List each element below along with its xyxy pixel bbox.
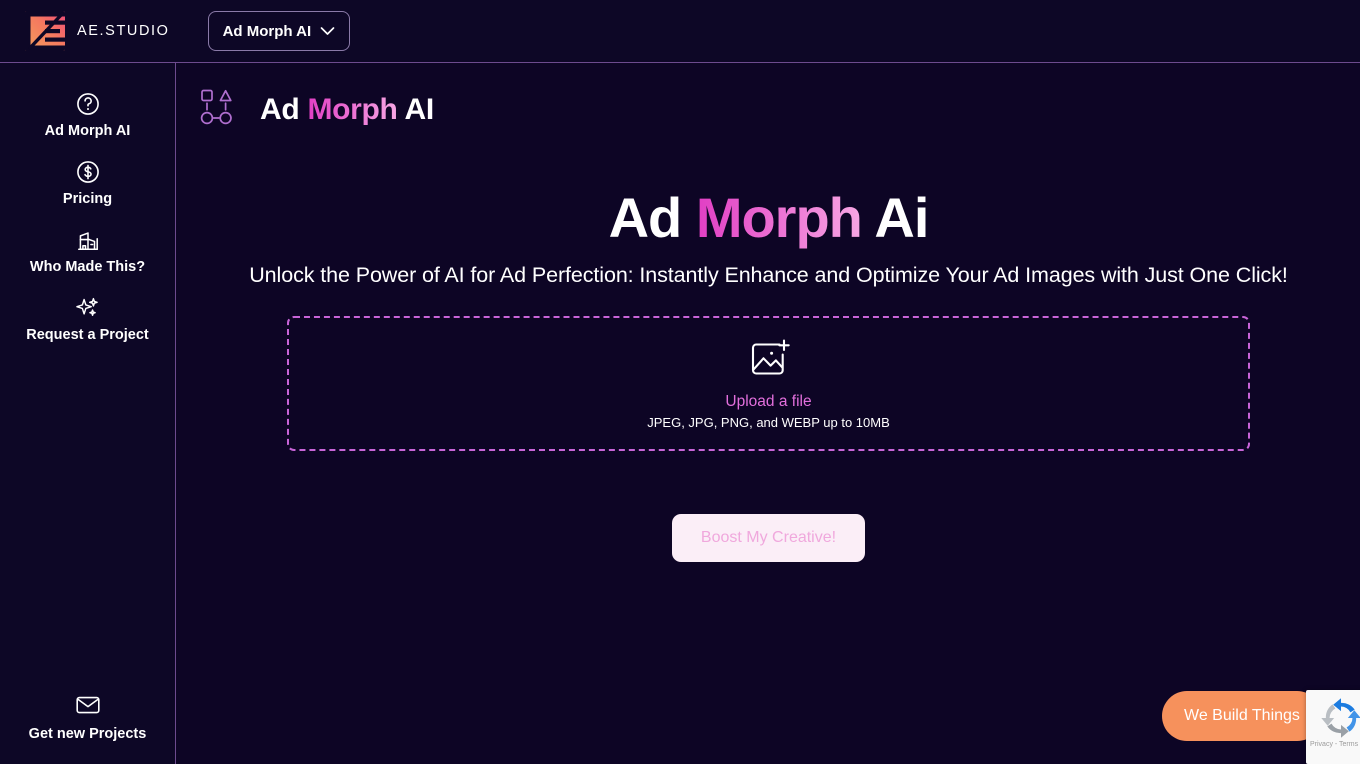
hero-title: Ad Morph Ai — [177, 188, 1360, 247]
ae-studio-logo-icon — [25, 11, 65, 51]
building-crane-icon — [75, 227, 101, 253]
upload-link-text[interactable]: Upload a file — [725, 393, 811, 411]
chevron-down-icon — [320, 23, 335, 40]
cta-row: Boost My Creative! — [177, 514, 1360, 563]
page-header-row: Ad Morph AI — [198, 86, 1360, 133]
upload-dropzone[interactable]: Upload a file JPEG, JPG, PNG, and WEBP u… — [287, 316, 1250, 452]
hero-section: Ad Morph Ai Unlock the Power of AI for A… — [177, 188, 1360, 288]
sidebar-item-ad-morph-ai[interactable]: Ad Morph AI — [0, 81, 175, 149]
product-switcher-label: Ad Morph AI — [222, 22, 312, 40]
page-title: Ad Morph AI — [260, 93, 434, 127]
envelope-icon — [75, 694, 101, 720]
brand-logo-link[interactable]: AE.STUDIO — [25, 11, 170, 51]
sidebar-item-label: Get new Projects — [28, 726, 147, 742]
dollar-circle-icon — [75, 159, 101, 185]
hero-title-part1: Ad — [608, 186, 696, 249]
we-build-things-button[interactable]: We Build Things — [1162, 691, 1322, 741]
recaptcha-badge[interactable]: Privacy - Terms — [1306, 690, 1360, 764]
page-title-part1: Ad — [260, 92, 308, 126]
page-title-part2: Morph — [307, 92, 398, 126]
app-header: AE.STUDIO Ad Morph AI — [0, 0, 1360, 63]
hero-title-part2: Morph — [695, 186, 863, 249]
morph-shapes-icon — [198, 86, 240, 133]
sidebar-item-who-made-this[interactable]: Who Made This? — [0, 217, 175, 285]
hero-subtitle: Unlock the Power of AI for Ad Perfection… — [249, 263, 1288, 288]
sidebar: Ad Morph AI Pricing Who Made This? Reque… — [0, 63, 176, 764]
sidebar-item-label: Pricing — [62, 191, 113, 207]
image-plus-icon — [746, 338, 792, 385]
sidebar-item-get-new-projects[interactable]: Get new Projects — [0, 684, 175, 752]
boost-my-creative-button[interactable]: Boost My Creative! — [672, 514, 865, 563]
sidebar-item-label: Request a Project — [26, 327, 149, 343]
brand-wordmark: AE.STUDIO — [77, 23, 170, 39]
sidebar-item-pricing[interactable]: Pricing — [0, 149, 175, 217]
sidebar-item-request-a-project[interactable]: Request a Project — [0, 285, 175, 353]
sidebar-item-label: Who Made This? — [29, 259, 146, 275]
sidebar-item-label: Ad Morph AI — [44, 123, 131, 139]
hero-title-part3: Ai — [861, 186, 929, 249]
page-title-part3: AI — [397, 92, 435, 126]
question-circle-icon — [75, 91, 101, 117]
sparkles-icon — [75, 295, 101, 321]
upload-hint-text: JPEG, JPG, PNG, and WEBP up to 10MB — [647, 414, 890, 430]
recaptcha-icon — [1319, 696, 1360, 745]
recaptcha-legal-text[interactable]: Privacy - Terms — [1310, 741, 1358, 748]
product-switcher-button[interactable]: Ad Morph AI — [207, 11, 351, 51]
main-content: Ad Morph AI Ad Morph Ai Unlock the Power… — [177, 63, 1360, 764]
